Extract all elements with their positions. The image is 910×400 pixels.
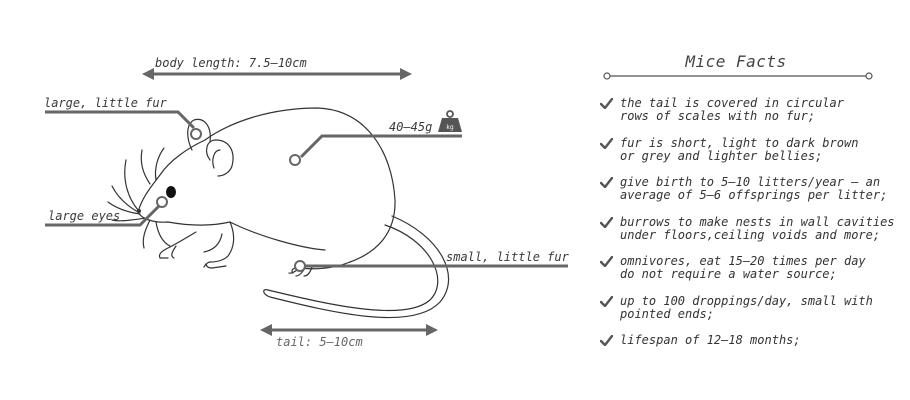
check-icon [600, 177, 613, 188]
check-icon [600, 335, 613, 346]
facts-list: the tail is covered in circular rows of … [598, 97, 895, 361]
mouse-eye [166, 186, 176, 198]
check-icon [600, 295, 613, 307]
weight-icon-text: kg [446, 124, 453, 131]
check-icon [600, 137, 613, 149]
weight-icon: kg [438, 110, 462, 132]
fact-item: give birth to 5–10 litters/year – an ave… [598, 176, 895, 202]
fact-text: up to 100 droppings/day, small with poin… [620, 293, 873, 321]
fact-text: omnivores, eat 15–20 times per day do no… [620, 254, 866, 281]
fact-text: burrows to make nests in wall cavities u… [620, 214, 895, 242]
callout-ears [45, 110, 202, 140]
fact-item: lifespan of 12–18 months; [598, 334, 895, 347]
check-icon [600, 98, 613, 109]
fact-text: give birth to 5–10 litters/year – an ave… [620, 175, 888, 202]
fact-item: the tail is covered in circular rows of … [598, 97, 895, 123]
eyes-label: large eyes [48, 209, 121, 223]
mouse-nose [137, 209, 141, 213]
ears-label: large, little fur [44, 96, 167, 110]
fact-item: up to 100 droppings/day, small with poin… [598, 293, 895, 321]
facts-title: Mice Facts [685, 52, 787, 71]
weight-label: 40–45g [389, 120, 433, 134]
facts-title-rule [603, 72, 873, 80]
check-icon [600, 216, 613, 228]
fact-text: the tail is covered in circular rows of … [620, 96, 844, 123]
fact-item: fur is short, light to dark brown or gre… [598, 135, 895, 163]
fact-text: lifespan of 12–18 months; [620, 333, 801, 347]
fact-item: omnivores, eat 15–20 times per day do no… [598, 255, 895, 281]
tail-length-label: tail: 5–10cm [276, 335, 363, 349]
body-length-label: body length: 7.5–10cm [155, 56, 307, 70]
fact-item: burrows to make nests in wall cavities u… [598, 214, 895, 242]
feet-label: small, little fur [446, 250, 569, 264]
check-icon [600, 256, 613, 267]
mouse-illustration [107, 107, 450, 319]
fact-text: fur is short, light to dark brown or gre… [620, 135, 859, 163]
